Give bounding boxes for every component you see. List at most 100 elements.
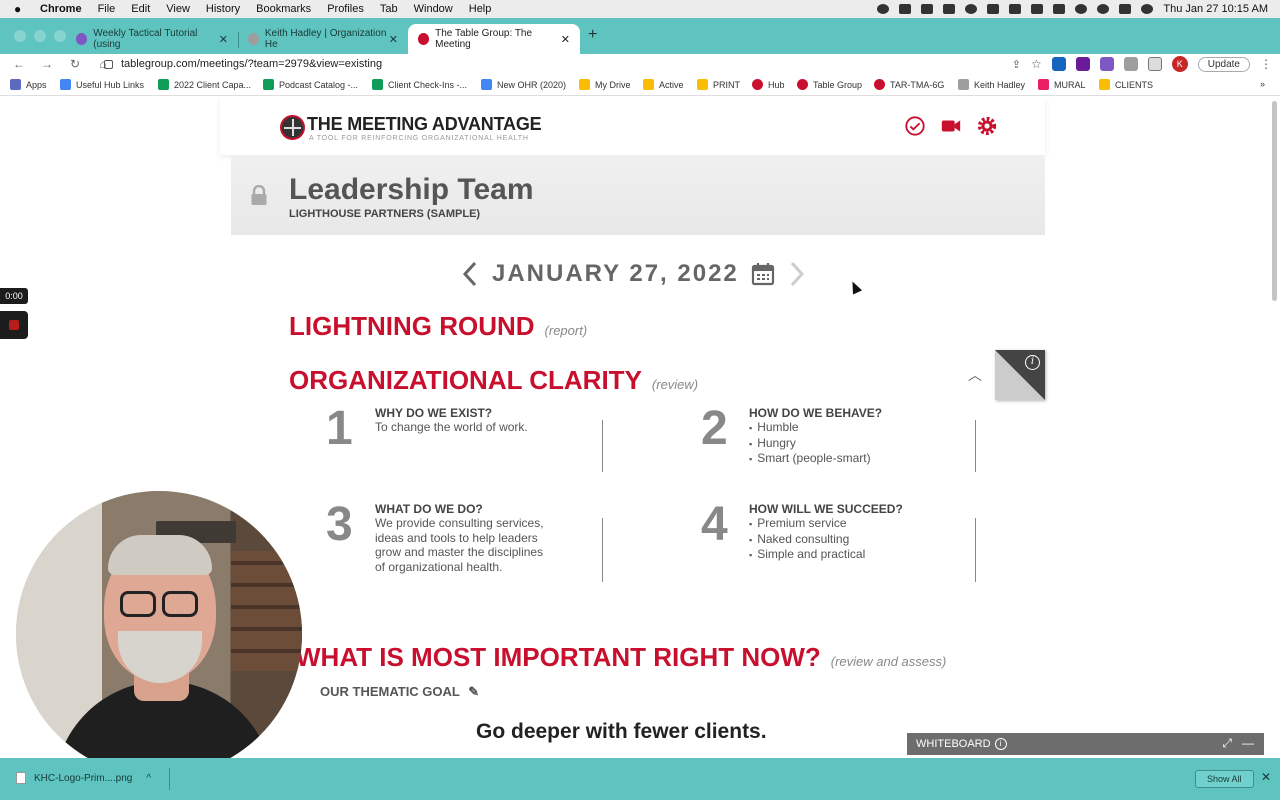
menu-view[interactable]: View <box>166 3 190 15</box>
info-icon[interactable]: i <box>1025 355 1040 370</box>
share-icon[interactable]: ⇪ <box>1012 58 1021 71</box>
bookmark-new-ohr[interactable]: New OHR (2020) <box>481 79 566 90</box>
section-lightning-round[interactable]: LIGHTNING ROUND (report) <box>289 311 587 342</box>
section-organizational-clarity[interactable]: ORGANIZATIONAL CLARITY (review) <box>289 365 698 396</box>
reload-icon[interactable]: ↻ <box>66 57 84 71</box>
close-window-button[interactable] <box>14 30 26 42</box>
battery-icon[interactable] <box>1031 4 1044 14</box>
gear-icon[interactable] <box>976 115 998 137</box>
bookmark-hub[interactable]: Hub <box>752 79 785 90</box>
bookmark-my-drive[interactable]: My Drive <box>579 79 631 90</box>
bookmark-podcast-catalog[interactable]: Podcast Catalog -... <box>263 79 358 90</box>
menu-app-name[interactable]: Chrome <box>40 3 82 15</box>
chevron-up-icon[interactable]: ^ <box>146 773 151 784</box>
info-corner-flag[interactable]: i <box>995 350 1045 400</box>
extension-icon[interactable] <box>1099 57 1114 71</box>
back-arrow-icon[interactable]: ← <box>10 57 28 71</box>
bookmark-star-icon[interactable]: ☆ <box>1031 57 1042 71</box>
collapse-chevron-up-icon[interactable]: ︿ <box>968 365 982 385</box>
menu-tab[interactable]: Tab <box>380 3 398 15</box>
bookmark-keith-hadley[interactable]: Keith Hadley <box>958 79 1025 90</box>
update-button[interactable]: Update <box>1197 56 1250 72</box>
bookmark-mural[interactable]: MURAL <box>1038 79 1086 90</box>
apple-menu-icon[interactable]: ● <box>14 2 28 16</box>
bookmark-table-group[interactable]: Table Group <box>797 79 862 90</box>
bookmark-useful-hub-links[interactable]: Useful Hub Links <box>60 79 144 90</box>
more-menu-icon[interactable]: ⋮ <box>1260 57 1272 71</box>
lock-icon[interactable] <box>104 59 113 69</box>
expand-icon[interactable]: ⤢ <box>1222 736 1232 751</box>
section-most-important[interactable]: WHAT IS MOST IMPORTANT RIGHT NOW? (review… <box>296 642 946 673</box>
whiteboard-panel-bar[interactable]: WHITEBOARD i ⤢ — <box>907 733 1264 755</box>
zoom-icon[interactable] <box>899 4 912 14</box>
tab-keith-hadley[interactable]: Keith Hadley | Organization He ✕ <box>238 24 408 54</box>
tab-weekly-tactical[interactable]: Weekly Tactical Tutorial (using ✕ <box>66 24 238 54</box>
logo-title[interactable]: THE MEETING ADVANTAGE <box>307 114 542 135</box>
display-icon[interactable] <box>987 4 1000 14</box>
tab-close-icon[interactable]: ✕ <box>219 33 228 46</box>
question-heading: HOW DO WE BEHAVE? <box>749 406 883 420</box>
tab-close-icon[interactable]: ✕ <box>389 33 398 46</box>
drive-icon <box>579 79 590 90</box>
bookmarks-overflow-icon[interactable]: » <box>1260 79 1265 89</box>
spotlight-search-icon[interactable] <box>1097 4 1110 14</box>
menu-file[interactable]: File <box>98 3 116 15</box>
new-tab-plus-icon[interactable]: + <box>588 26 597 44</box>
stop-recording-button[interactable] <box>0 311 28 339</box>
bookmark-active[interactable]: Active <box>643 79 684 90</box>
tab-table-group-active[interactable]: The Table Group: The Meeting ✕ <box>408 24 580 54</box>
bookmark-clients[interactable]: CLIENTS <box>1099 79 1153 90</box>
gmail-icon[interactable] <box>943 4 956 14</box>
meeting-date-navigator: JANUARY 27, 2022 <box>460 259 807 289</box>
brightness-icon[interactable] <box>877 4 890 14</box>
wifi-icon[interactable] <box>1075 4 1088 14</box>
extension-icon[interactable] <box>1075 57 1090 71</box>
table-group-logo-icon[interactable] <box>280 115 305 140</box>
download-item[interactable]: KHC-Logo-Prim....png ^ <box>16 772 151 784</box>
close-downloads-icon[interactable]: ✕ <box>1261 770 1271 784</box>
minimize-icon[interactable]: — <box>1242 736 1254 751</box>
video-camera-icon[interactable] <box>940 115 962 137</box>
page-scrollbar[interactable] <box>1272 101 1277 301</box>
siri-icon[interactable] <box>1141 4 1154 14</box>
menu-help[interactable]: Help <box>469 3 492 15</box>
extension-icon[interactable] <box>1051 57 1066 71</box>
bookmark-client-check-ins[interactable]: Client Check-Ins -... <box>372 79 467 90</box>
menu-edit[interactable]: Edit <box>131 3 150 15</box>
tab-close-icon[interactable]: ✕ <box>561 33 570 46</box>
bookmark-tar-tma[interactable]: TAR-TMA-6G <box>874 79 944 90</box>
zoom-window-button[interactable] <box>54 30 66 42</box>
side-panel-icon[interactable] <box>1147 57 1162 71</box>
menu-window[interactable]: Window <box>414 3 453 15</box>
moon-icon[interactable] <box>965 4 978 14</box>
minimize-window-button[interactable] <box>34 30 46 42</box>
profile-avatar[interactable]: K <box>1171 56 1188 72</box>
edit-pencil-icon[interactable]: ✎ <box>468 684 479 699</box>
menu-profiles[interactable]: Profiles <box>327 3 364 15</box>
next-date-chevron-icon[interactable] <box>787 260 807 288</box>
control-center-icon[interactable] <box>1119 4 1132 14</box>
bookmark-apps[interactable]: Apps <box>10 79 47 90</box>
menu-history[interactable]: History <box>206 3 240 15</box>
bookmark-print[interactable]: PRINT <box>697 79 740 90</box>
webcam-bubble[interactable] <box>16 491 302 777</box>
menubar-clock[interactable]: Thu Jan 27 10:15 AM <box>1163 3 1268 15</box>
url-text[interactable]: tablegroup.com/meetings/?team=2979&view=… <box>121 58 382 70</box>
site-icon <box>958 79 969 90</box>
previous-date-chevron-icon[interactable] <box>460 260 480 288</box>
calendar-icon[interactable] <box>751 262 775 286</box>
question-answer-list: Humble Hungry Smart (people-smart) <box>749 420 870 467</box>
info-icon[interactable]: i <box>994 738 1007 750</box>
bluetooth-icon[interactable] <box>1053 4 1066 14</box>
puzzle-extensions-icon[interactable] <box>1123 57 1138 71</box>
menu-bookmarks[interactable]: Bookmarks <box>256 3 311 15</box>
forward-arrow-icon[interactable]: → <box>38 57 56 71</box>
bookmark-client-capa[interactable]: 2022 Client Capa... <box>158 79 251 90</box>
checkmark-circle-icon[interactable] <box>904 115 926 137</box>
address-bar[interactable]: tablegroup.com/meetings/?team=2979&view=… <box>104 54 382 74</box>
drive-icon[interactable] <box>921 4 934 14</box>
download-filename[interactable]: KHC-Logo-Prim....png <box>34 773 132 784</box>
show-all-button[interactable]: Show All <box>1195 770 1254 788</box>
volume-icon[interactable] <box>1009 4 1022 14</box>
bookmark-label: Table Group <box>813 79 863 90</box>
